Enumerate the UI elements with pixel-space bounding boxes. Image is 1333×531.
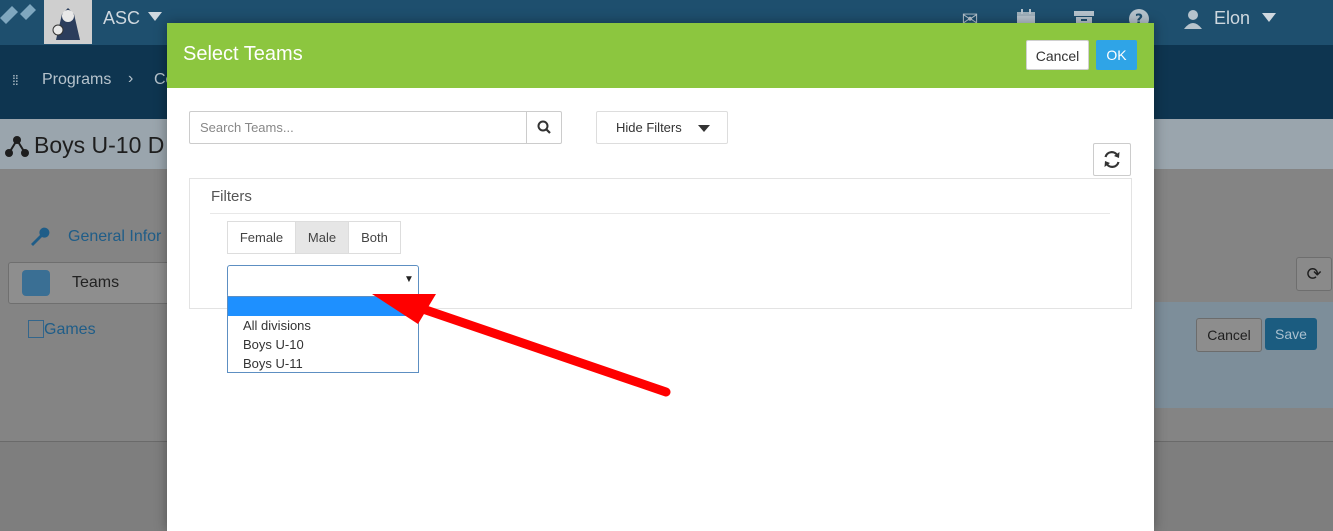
filters-panel: Filters Female Male Both ▼ <box>189 178 1132 309</box>
hide-filters-label: Hide Filters <box>616 120 682 135</box>
modal-cancel-button[interactable]: Cancel <box>1026 40 1089 70</box>
caret-down-icon <box>698 125 710 132</box>
search-button[interactable] <box>526 111 562 144</box>
division-select[interactable]: ▼ <box>227 265 419 298</box>
sidebar-item-general-info[interactable]: General Infor <box>68 228 161 246</box>
page-title: Boys U-10 D <box>34 132 165 158</box>
division-option-boys-u10[interactable]: Boys U-10 <box>228 335 418 354</box>
hide-filters-button[interactable]: Hide Filters <box>596 111 728 144</box>
page-cancel-button[interactable]: Cancel <box>1196 318 1262 352</box>
search-icon <box>537 120 551 134</box>
division-icon <box>4 134 30 164</box>
search-teams-input[interactable] <box>189 111 527 144</box>
page-save-button[interactable]: Save <box>1265 318 1317 350</box>
modal-ok-button[interactable]: OK <box>1096 40 1137 70</box>
user-caret-icon[interactable] <box>1262 13 1276 22</box>
org-name[interactable]: ASC <box>103 8 140 29</box>
user-icon[interactable] <box>1180 7 1206 33</box>
gender-male-button[interactable]: Male <box>295 221 349 254</box>
gender-female-button[interactable]: Female <box>227 221 296 254</box>
filters-title: Filters <box>211 188 252 205</box>
sidebar-item-games[interactable]: Games <box>44 321 96 339</box>
page-refresh-button[interactable]: ⟳ <box>1296 257 1332 291</box>
wrench-icon <box>28 225 50 253</box>
sidebar-item-teams-label[interactable]: Teams <box>72 274 119 292</box>
division-option-empty[interactable] <box>228 297 418 316</box>
division-option-boys-u11[interactable]: Boys U-11 <box>228 354 418 373</box>
select-arrow-icon: ▼ <box>404 274 414 285</box>
division-dropdown: All divisions Boys U-10 Boys U-11 <box>227 296 419 373</box>
grid-dots-icon[interactable]: ⁞⁞ <box>12 72 19 88</box>
org-caret-icon[interactable] <box>148 12 162 21</box>
games-icon <box>28 320 44 338</box>
modal-header: Select Teams Cancel OK <box>167 23 1154 88</box>
gender-both-button[interactable]: Both <box>348 221 401 254</box>
select-teams-modal: Select Teams Cancel OK Hide Filters Filt… <box>167 23 1154 531</box>
user-name[interactable]: Elon <box>1214 8 1250 29</box>
modal-title: Select Teams <box>183 43 303 65</box>
breadcrumb-programs[interactable]: Programs <box>42 71 111 89</box>
division-option-all[interactable]: All divisions <box>228 316 418 335</box>
filters-divider <box>210 213 1110 214</box>
breadcrumb-chevron-icon: › <box>128 70 134 87</box>
app-logo-icon[interactable] <box>0 0 40 45</box>
teams-icon <box>22 270 50 296</box>
refresh-icon <box>1104 151 1120 168</box>
org-logo[interactable] <box>44 0 92 44</box>
refresh-button[interactable] <box>1093 143 1131 176</box>
